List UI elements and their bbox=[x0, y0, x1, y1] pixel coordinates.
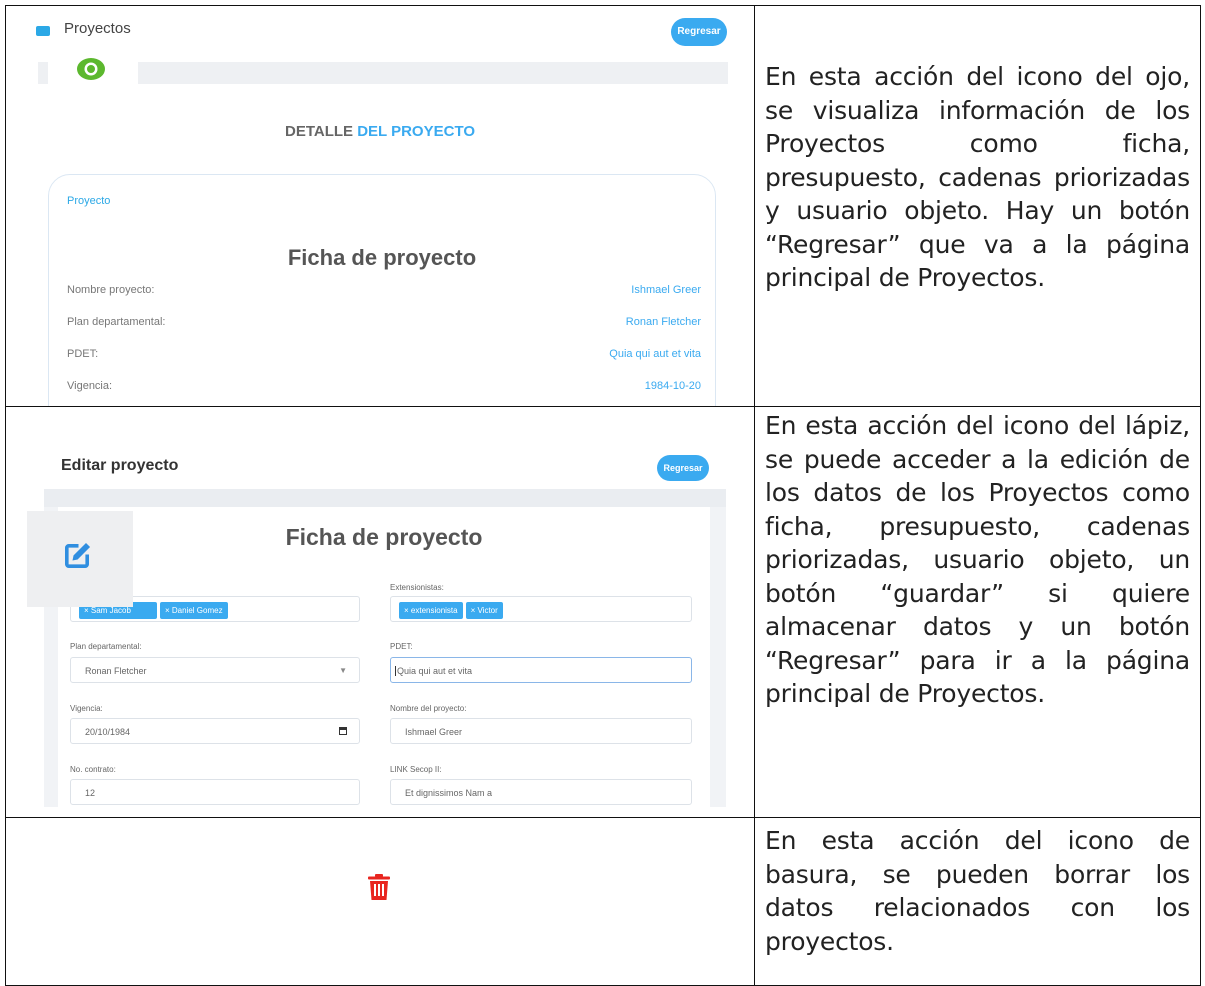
edit-pencil-icon[interactable] bbox=[59, 538, 95, 574]
chip[interactable]: × Daniel Gomez bbox=[160, 602, 228, 620]
plan-label: Plan departamental: bbox=[70, 642, 142, 651]
detail-label: PDET: bbox=[67, 348, 99, 360]
vigencia-label: Vigencia: bbox=[70, 704, 103, 713]
vigencia-date-input[interactable]: 20/10/1984 bbox=[70, 718, 360, 744]
card-tab-label[interactable]: Proyecto bbox=[67, 195, 110, 207]
detail-value: 1984-10-20 bbox=[644, 380, 701, 392]
detail-row-nombre: Nombre proyecto: Ishmael Greer bbox=[67, 284, 701, 296]
project-card: Proyecto Ficha de proyecto Nombre proyec… bbox=[48, 174, 716, 406]
detail-row-plan: Plan departamental: Ronan Fletcher bbox=[67, 316, 701, 328]
detail-value: Ronan Fletcher bbox=[625, 316, 701, 328]
secop-input-value: Et dignissimos Nam a bbox=[405, 788, 493, 798]
form-title: Ficha de proyecto bbox=[285, 524, 483, 550]
description-cell: En esta acción del icono del lápiz, se p… bbox=[754, 406, 1201, 818]
pdet-input-value: Quia qui aut et vita bbox=[395, 666, 473, 676]
header-band bbox=[44, 489, 726, 509]
menu-icon bbox=[36, 26, 50, 36]
regresar-button[interactable]: Regresar bbox=[657, 455, 709, 481]
edit-form: Ficha de proyecto Extensionistas: × Sam … bbox=[58, 507, 710, 807]
description-text: En esta acción del icono de basura, se p… bbox=[765, 826, 1190, 956]
extensionistas-label: Extensionistas: bbox=[390, 583, 444, 592]
calendar-icon[interactable] bbox=[339, 727, 347, 735]
trash-icon[interactable] bbox=[368, 874, 390, 900]
pdet-input[interactable]: Quia qui aut et vita bbox=[390, 657, 692, 683]
detail-label: Plan departamental: bbox=[67, 316, 166, 328]
contrato-input[interactable]: 12 bbox=[70, 779, 360, 805]
table-row: Editar proyecto Regresar Ficha de proyec… bbox=[5, 406, 1201, 818]
edit-project-screenshot: Editar proyecto Regresar Ficha de proyec… bbox=[6, 407, 754, 817]
chip[interactable]: × Victor bbox=[465, 602, 503, 620]
chip[interactable]: × extensionista bbox=[399, 602, 463, 620]
contrato-label: No. contrato: bbox=[70, 765, 116, 774]
view-project-screenshot: Proyectos Regresar DETALLE DEL PROYECTO … bbox=[6, 6, 754, 406]
eye-icon[interactable] bbox=[74, 56, 108, 82]
detail-row-pdet: PDET: Quia qui aut et vita bbox=[67, 348, 701, 360]
page-title: Editar proyecto bbox=[61, 457, 179, 474]
detail-label: Vigencia: bbox=[67, 380, 113, 392]
description-text: En esta acción del icono del lápiz, se p… bbox=[765, 411, 1190, 708]
plan-select[interactable]: Ronan Fletcher ▼ bbox=[70, 657, 360, 683]
nombre-label: Nombre del proyecto: bbox=[390, 704, 467, 713]
page-title: Proyectos bbox=[64, 20, 131, 37]
table-row: Proyectos Regresar DETALLE DEL PROYECTO … bbox=[5, 5, 1201, 407]
detail-row-vigencia: Vigencia: 1984-10-20 bbox=[67, 380, 701, 392]
document-table: Proyectos Regresar DETALLE DEL PROYECTO … bbox=[5, 5, 1201, 986]
contrato-input-value: 12 bbox=[85, 788, 96, 798]
extensionistas-multiselect[interactable]: × extensionista × Victor bbox=[390, 596, 692, 622]
header-band bbox=[38, 62, 728, 84]
description-text: En esta acción del icono del ojo, se vis… bbox=[765, 62, 1190, 292]
detail-value: Ishmael Greer bbox=[631, 284, 701, 296]
secop-input[interactable]: Et dignissimos Nam a bbox=[390, 779, 692, 805]
regresar-button[interactable]: Regresar bbox=[671, 18, 727, 46]
nombre-input[interactable]: Ishmael Greer bbox=[390, 718, 692, 744]
screenshot-cell: Editar proyecto Regresar Ficha de proyec… bbox=[5, 406, 755, 818]
detail-label: Nombre proyecto: bbox=[67, 284, 155, 296]
pdet-label: PDET: bbox=[390, 642, 413, 651]
plan-select-value: Ronan Fletcher bbox=[85, 666, 147, 676]
chevron-down-icon: ▼ bbox=[339, 666, 347, 675]
screenshot-cell bbox=[5, 817, 755, 986]
vigencia-value: 20/10/1984 bbox=[85, 727, 131, 737]
description-cell: En esta acción del icono de basura, se p… bbox=[754, 817, 1201, 986]
card-title: Ficha de proyecto bbox=[287, 245, 477, 270]
detail-heading: DETALLE DEL PROYECTO bbox=[6, 123, 754, 140]
detail-heading-prefix: DETALLE bbox=[284, 123, 358, 140]
detail-heading-highlight: DEL PROYECTO bbox=[357, 123, 476, 140]
table-row: En esta acción del icono de basura, se p… bbox=[5, 817, 1201, 986]
detail-value: Quia qui aut et vita bbox=[609, 348, 701, 360]
secop-label: LINK Secop II: bbox=[390, 765, 442, 774]
description-cell: En esta acción del icono del ojo, se vis… bbox=[754, 5, 1201, 407]
screenshot-cell: Proyectos Regresar DETALLE DEL PROYECTO … bbox=[5, 5, 755, 407]
nombre-input-value: Ishmael Greer bbox=[405, 727, 463, 737]
